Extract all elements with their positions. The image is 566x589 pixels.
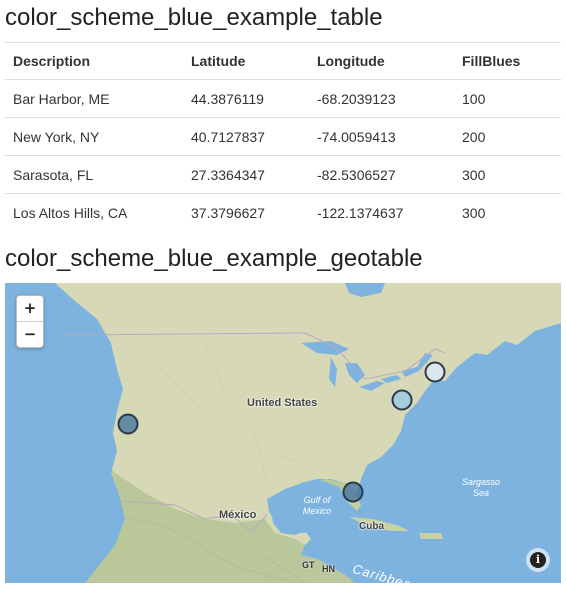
cell-latitude: 27.3364347 xyxy=(183,155,309,194)
cell-longitude: -82.5306527 xyxy=(309,155,454,194)
label-hn: HN xyxy=(322,564,335,574)
column-header-description[interactable]: Description xyxy=(5,42,183,80)
label-mexico: México xyxy=(219,509,257,521)
table-row: Sarasota, FL 27.3364347 -82.5306527 300 xyxy=(5,155,561,194)
label-cuba: Cuba xyxy=(359,521,384,532)
cell-description: New York, NY xyxy=(5,117,183,156)
table-row: New York, NY 40.7127837 -74.0059413 200 xyxy=(5,117,561,156)
cell-description: Bar Harbor, ME xyxy=(5,79,183,118)
cell-longitude: -122.1374637 xyxy=(309,193,454,231)
label-united-states: United States xyxy=(247,397,318,409)
cell-longitude: -68.2039123 xyxy=(309,79,454,118)
table-row: Los Altos Hills, CA 37.3796627 -122.1374… xyxy=(5,193,561,231)
map-basemap xyxy=(5,283,561,583)
page: color_scheme_blue_example_table Descript… xyxy=(0,0,566,589)
cell-latitude: 44.3876119 xyxy=(183,79,309,118)
column-header-longitude[interactable]: Longitude xyxy=(309,42,454,80)
cell-description: Sarasota, FL xyxy=(5,155,183,194)
info-icon: i xyxy=(530,552,546,568)
table-title: color_scheme_blue_example_table xyxy=(5,4,383,31)
cell-description: Los Altos Hills, CA xyxy=(5,193,183,231)
zoom-out-button[interactable]: − xyxy=(17,321,43,347)
column-header-latitude[interactable]: Latitude xyxy=(183,42,309,80)
cell-fillblues: 300 xyxy=(454,155,561,194)
zoom-in-button[interactable]: + xyxy=(17,296,43,321)
table-header-row: Description Latitude Longitude FillBlues xyxy=(5,42,561,80)
cell-latitude: 40.7127837 xyxy=(183,117,309,156)
column-header-fillblues[interactable]: FillBlues xyxy=(454,42,561,80)
data-table: Description Latitude Longitude FillBlues… xyxy=(5,42,561,231)
zoom-control: + − xyxy=(16,295,44,348)
cell-fillblues: 100 xyxy=(454,79,561,118)
map-view[interactable]: United States México Cuba Gulf of Mexico… xyxy=(5,283,561,583)
label-gt: GT xyxy=(302,560,315,570)
label-sargasso-sea: Sargasso Sea xyxy=(461,477,501,498)
geotable-title: color_scheme_blue_example_geotable xyxy=(5,245,423,272)
label-gulf-of-mexico: Gulf of Mexico xyxy=(302,495,332,516)
cell-longitude: -74.0059413 xyxy=(309,117,454,156)
cell-fillblues: 300 xyxy=(454,193,561,231)
table-row: Bar Harbor, ME 44.3876119 -68.2039123 10… xyxy=(5,79,561,118)
cell-fillblues: 200 xyxy=(454,117,561,156)
cell-latitude: 37.3796627 xyxy=(183,193,309,231)
info-button[interactable]: i xyxy=(526,548,550,572)
